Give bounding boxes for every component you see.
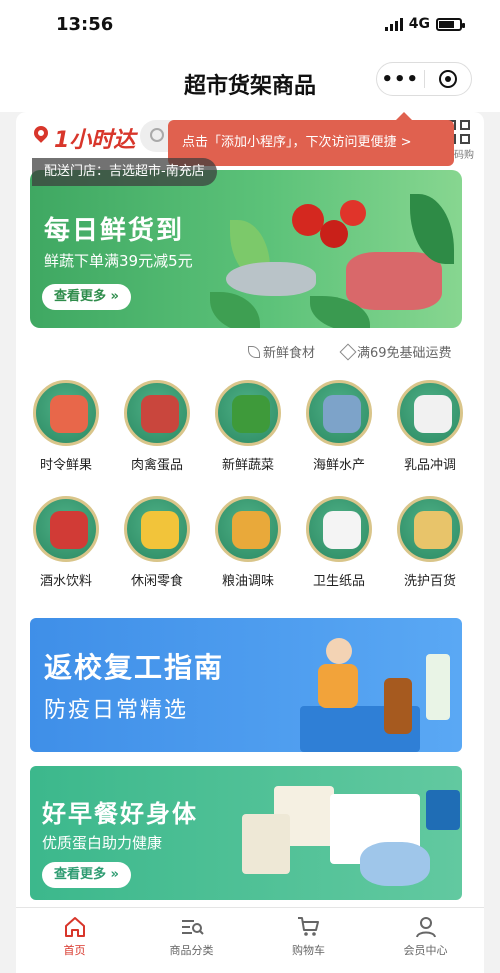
milk-powder-graphic xyxy=(360,842,430,886)
person-graphic xyxy=(318,664,358,708)
category-item[interactable]: 卫生纸品 xyxy=(293,496,385,589)
category-label: 卫生纸品 xyxy=(312,574,365,589)
tab-home[interactable]: 首页 xyxy=(16,908,133,973)
category-icon xyxy=(306,380,372,446)
category-icon xyxy=(215,380,281,446)
service-tags: 新鲜食材 满69免基础运费 xyxy=(16,336,484,362)
cereal-box-graphic xyxy=(242,814,290,874)
category-icon xyxy=(397,380,463,446)
back-to-school-banner[interactable]: 返校复工指南 防疫日常精选 xyxy=(30,618,462,752)
fresh-more-button[interactable]: 查看更多 » xyxy=(42,284,131,310)
meat-graphic xyxy=(346,252,442,310)
category-icon xyxy=(33,380,99,446)
category-item[interactable]: 酒水饮料 xyxy=(20,496,112,589)
category-icon xyxy=(397,496,463,562)
tab-label: 会员中心 xyxy=(403,944,448,957)
category-item[interactable]: 海鲜水产 xyxy=(293,380,385,473)
status-indicators: 4G xyxy=(384,16,465,32)
nav-bar: 超市货架商品 ••• xyxy=(0,48,500,112)
leaf-icon xyxy=(248,346,260,358)
home-content: 1小时达 扫码购 点击「添加小程序」，下次访问更便捷 > 配送门店：吉选超市-南… xyxy=(16,112,484,907)
category-label: 时令鲜果 xyxy=(39,458,92,473)
category-label: 洗护百货 xyxy=(403,574,456,589)
tab-categories[interactable]: 商品分类 xyxy=(133,908,250,973)
product-can-graphic xyxy=(426,790,460,830)
location-pin-icon xyxy=(31,123,51,143)
network-type: 4G xyxy=(408,16,430,32)
add-miniprogram-tooltip[interactable]: 点击「添加小程序」，下次访问更便捷 > xyxy=(168,112,454,166)
category-image xyxy=(232,395,270,433)
bottom-tab-bar: 首页 商品分类 购物车 会员中心 xyxy=(16,907,484,973)
category-label: 新鲜蔬菜 xyxy=(221,458,274,473)
tab-label: 首页 xyxy=(63,944,86,957)
category-item[interactable]: 肉禽蛋品 xyxy=(111,380,203,473)
status-time: 13:56 xyxy=(56,14,114,35)
disinfectant-bottle-graphic xyxy=(384,678,412,734)
tomato-graphic xyxy=(340,200,366,226)
category-list-icon xyxy=(180,916,204,938)
category-item[interactable]: 乳品冲调 xyxy=(384,380,476,473)
search-icon xyxy=(150,128,164,142)
delivery-store-label[interactable]: 配送门店：吉选超市-南充店 xyxy=(32,158,217,186)
category-image xyxy=(414,511,452,549)
category-icon xyxy=(306,496,372,562)
tomato-graphic xyxy=(320,220,348,248)
breakfast-banner-subtitle: 优质蛋白助力健康 xyxy=(42,834,163,852)
home-icon xyxy=(63,916,87,938)
fresh-banner[interactable]: 每日鲜货到 鲜蔬下单满39元减5元 查看更多 » xyxy=(30,170,462,328)
category-item[interactable]: 新鲜蔬菜 xyxy=(202,380,294,473)
category-image xyxy=(141,395,179,433)
shipping-tag: 满69免基础运费 xyxy=(339,342,452,361)
category-label: 乳品冲调 xyxy=(403,458,456,473)
category-icon xyxy=(124,380,190,446)
breakfast-banner-title: 好早餐好身体 xyxy=(42,800,198,828)
hand-sanitizer-graphic xyxy=(426,654,450,720)
category-icon xyxy=(215,496,281,562)
category-label: 酒水饮料 xyxy=(39,574,92,589)
category-item[interactable]: 休闲零食 xyxy=(111,496,203,589)
category-image xyxy=(414,395,452,433)
category-label: 粮油调味 xyxy=(221,574,274,589)
more-icon[interactable]: ••• xyxy=(377,69,424,90)
tab-label: 商品分类 xyxy=(169,944,214,957)
breakfast-banner[interactable]: 好早餐好身体 优质蛋白助力健康 查看更多 » xyxy=(30,766,462,900)
category-image xyxy=(141,511,179,549)
category-label: 海鲜水产 xyxy=(312,458,365,473)
school-banner-title: 返校复工指南 xyxy=(44,651,225,684)
person-graphic xyxy=(326,638,352,664)
brand-logo: 1小时达 xyxy=(54,128,136,153)
tab-cart[interactable]: 购物车 xyxy=(250,908,367,973)
breakfast-more-button[interactable]: 查看更多 » xyxy=(42,862,131,888)
category-item[interactable]: 洗护百货 xyxy=(384,496,476,589)
fresh-banner-title: 每日鲜货到 xyxy=(44,216,185,246)
fish-graphic xyxy=(226,262,316,296)
category-item[interactable]: 粮油调味 xyxy=(202,496,294,589)
category-item[interactable]: 时令鲜果 xyxy=(20,380,112,473)
tab-label: 购物车 xyxy=(292,944,325,957)
battery-icon xyxy=(436,17,465,31)
category-image xyxy=(50,395,88,433)
close-miniprogram-icon[interactable] xyxy=(424,70,471,88)
status-bar: 13:56 4G xyxy=(0,0,500,48)
school-banner-subtitle: 防疫日常精选 xyxy=(44,698,189,723)
category-label: 肉禽蛋品 xyxy=(130,458,183,473)
miniprogram-capsule: ••• xyxy=(376,62,472,96)
category-label: 休闲零食 xyxy=(130,574,183,589)
cart-icon xyxy=(297,916,321,938)
category-icon xyxy=(33,496,99,562)
user-icon xyxy=(414,916,438,938)
leaf-graphic xyxy=(210,292,260,328)
category-image xyxy=(232,511,270,549)
tab-member[interactable]: 会员中心 xyxy=(367,908,484,973)
box-icon xyxy=(339,343,357,361)
fresh-banner-subtitle: 鲜蔬下单满39元减5元 xyxy=(44,252,193,270)
category-image xyxy=(323,395,361,433)
category-icon xyxy=(124,496,190,562)
category-image xyxy=(50,511,88,549)
fresh-tag: 新鲜食材 xyxy=(248,342,315,361)
signal-icon xyxy=(384,17,403,31)
category-image xyxy=(323,511,361,549)
